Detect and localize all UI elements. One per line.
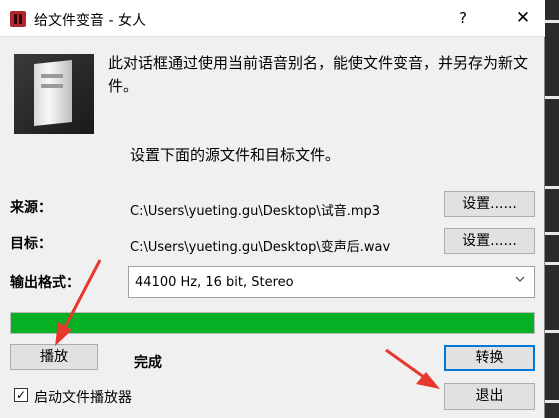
- annotation-arrow-exit: [385, 348, 440, 389]
- annotation-arrow-play: [55, 259, 102, 346]
- annotation-arrows: [55, 259, 440, 389]
